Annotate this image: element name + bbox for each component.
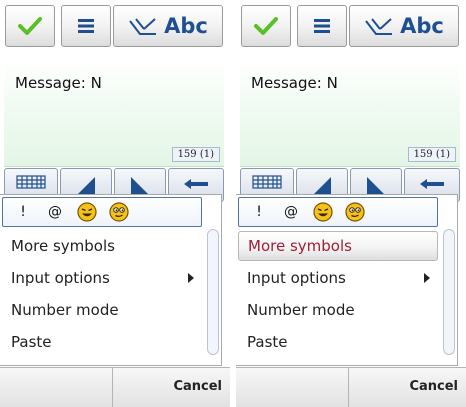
menu-item-paste[interactable]: Paste <box>2 327 202 357</box>
symbol-at[interactable]: @ <box>279 204 303 220</box>
menu-item-label: Paste <box>11 333 52 351</box>
smiley-grin-icon[interactable] <box>311 202 335 222</box>
symbol-row: ! @ <box>2 197 202 227</box>
character-counter: 159 (1) <box>171 147 220 162</box>
arrow-left-icon <box>77 177 95 195</box>
menu-item-number-mode[interactable]: Number mode <box>2 295 202 325</box>
cancel-softkey[interactable]: Cancel <box>173 379 222 394</box>
ok-button[interactable] <box>5 5 55 47</box>
menu-item-paste[interactable]: Paste <box>238 327 438 357</box>
menu-item-label: Input options <box>11 269 110 287</box>
input-mode-label: Abc <box>400 14 444 38</box>
menu-lines-icon <box>314 19 330 33</box>
menu-lines-icon <box>78 19 94 33</box>
ok-button[interactable] <box>241 5 291 47</box>
pen-tick-icon <box>129 18 157 35</box>
softkey-divider <box>112 368 113 407</box>
input-mode-button[interactable]: Abc <box>349 5 459 47</box>
menu-button[interactable] <box>297 5 347 47</box>
input-mode-label: Abc <box>164 14 208 38</box>
pen-tick-icon <box>365 18 393 35</box>
arrow-left-icon <box>313 177 331 195</box>
screen-left: Abc Message: N 159 (1) ! @ More symbols … <box>0 0 230 407</box>
menu-item-label: Paste <box>247 333 288 351</box>
menu-item-number-mode[interactable]: Number mode <box>238 295 438 325</box>
symbol-exclamation[interactable]: ! <box>11 204 35 220</box>
menu-item-more-symbols[interactable]: More symbols <box>238 231 438 261</box>
menu-item-label: Input options <box>247 269 346 287</box>
softkey-bar: Cancel <box>0 367 230 407</box>
checkmark-icon <box>254 17 278 35</box>
cancel-softkey[interactable]: Cancel <box>409 379 458 394</box>
menu-button[interactable] <box>61 5 111 47</box>
checkmark-icon <box>18 17 42 35</box>
symbol-at[interactable]: @ <box>43 204 67 220</box>
submenu-arrow-icon <box>424 273 430 283</box>
arrow-right-icon <box>367 177 385 195</box>
menu-item-more-symbols[interactable]: More symbols <box>2 231 202 261</box>
message-text: Message: N <box>15 74 102 92</box>
menu-item-input-options[interactable]: Input options <box>2 263 202 293</box>
character-counter: 159 (1) <box>407 147 456 162</box>
submenu-arrow-icon <box>188 273 194 283</box>
options-popup: ! @ More symbols Input options Number mo… <box>236 194 458 366</box>
arrow-right-icon <box>131 177 149 195</box>
smiley-wink-icon[interactable] <box>107 202 131 222</box>
menu-item-label: More symbols <box>11 237 115 255</box>
smiley-grin-icon[interactable] <box>75 202 99 222</box>
scrollbar[interactable] <box>207 229 219 355</box>
keypad-grid-icon <box>252 175 282 189</box>
smiley-wink-icon[interactable] <box>343 202 367 222</box>
menu-item-label: Number mode <box>247 301 355 319</box>
menu-item-label: More symbols <box>248 237 352 255</box>
softkey-bar: Cancel <box>236 367 466 407</box>
menu-item-input-options[interactable]: Input options <box>238 263 438 293</box>
backspace-icon <box>420 179 444 189</box>
scrollbar[interactable] <box>443 229 455 355</box>
screen-right: Abc Message: N 159 (1) ! @ More symbols … <box>236 0 466 407</box>
keypad-grid-icon <box>16 175 46 189</box>
screen-divider <box>231 0 235 407</box>
softkey-divider <box>348 368 349 407</box>
menu-item-label: Number mode <box>11 301 119 319</box>
options-popup: ! @ More symbols Input options Number mo… <box>0 194 222 366</box>
message-editor[interactable]: Message: N 159 (1) <box>240 60 460 167</box>
input-mode-button[interactable]: Abc <box>113 5 223 47</box>
symbol-row: ! @ <box>238 197 438 227</box>
symbol-exclamation[interactable]: ! <box>247 204 271 220</box>
message-text: Message: N <box>251 74 338 92</box>
message-editor[interactable]: Message: N 159 (1) <box>4 60 224 167</box>
backspace-icon <box>184 179 208 189</box>
